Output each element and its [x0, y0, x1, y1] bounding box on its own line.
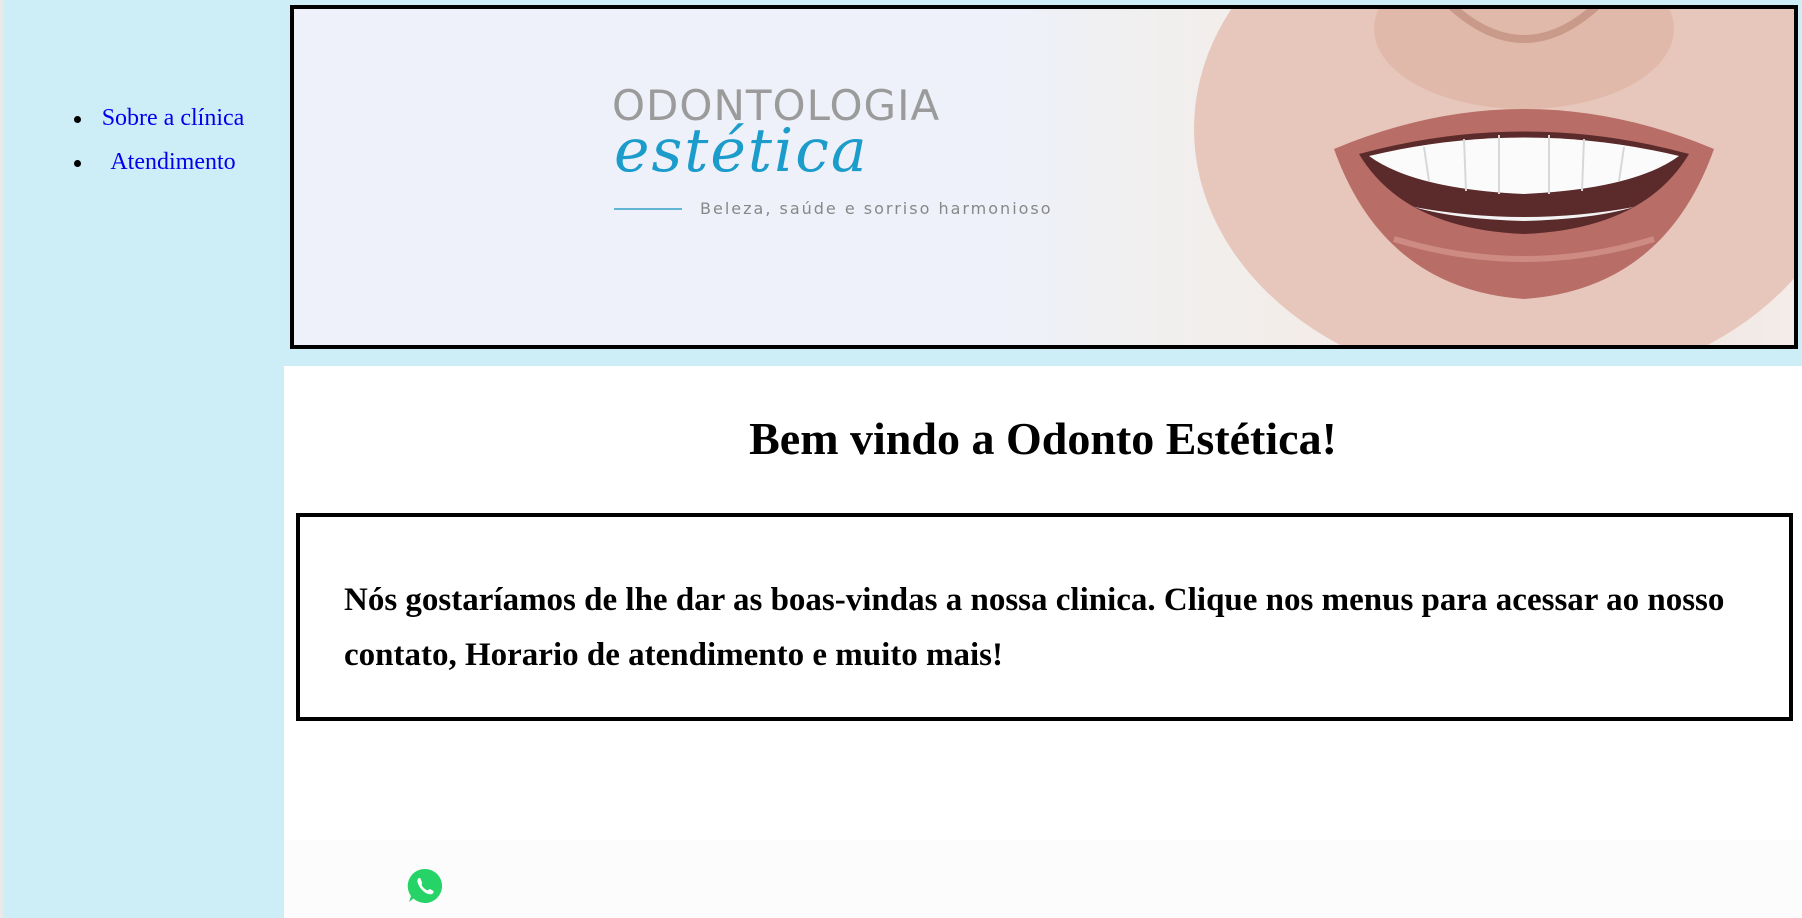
sidebar-item-sobre: Sobre a clínica — [68, 103, 258, 133]
page: Sobre a clínica Atendimento ODONTOLOGIA … — [0, 0, 1802, 918]
whatsapp-glyph — [407, 868, 443, 903]
sidebar-menu: Sobre a clínica Atendimento — [68, 103, 258, 191]
sidebar-item-atendimento: Atendimento — [68, 147, 258, 177]
sidebar: Sobre a clínica Atendimento — [3, 0, 284, 918]
brand-tagline: Beleza, saúde e sorriso harmonioso — [700, 199, 1053, 218]
banner-image: ODONTOLOGIA estética Beleza, saúde e sor… — [290, 5, 1798, 349]
intro-text: Nós gostaríamos de lhe dar as boas-vinda… — [344, 582, 1725, 673]
page-title: Bem vindo a Odonto Estética! — [749, 413, 1337, 464]
sidebar-link-atendimento[interactable]: Atendimento — [110, 149, 235, 175]
brand-script: estética — [614, 116, 869, 186]
footer-area — [284, 840, 1802, 918]
bullet-icon — [74, 116, 81, 123]
main-content: Bem vindo a Odonto Estética! Nós gostarí… — [284, 366, 1802, 918]
smile-illustration — [1194, 9, 1794, 345]
bullet-icon — [74, 160, 81, 167]
sidebar-link-sobre[interactable]: Sobre a clínica — [102, 105, 245, 131]
brand-divider — [614, 208, 682, 210]
intro-box: Nós gostaríamos de lhe dar as boas-vinda… — [296, 513, 1793, 721]
whatsapp-icon[interactable] — [406, 867, 444, 905]
